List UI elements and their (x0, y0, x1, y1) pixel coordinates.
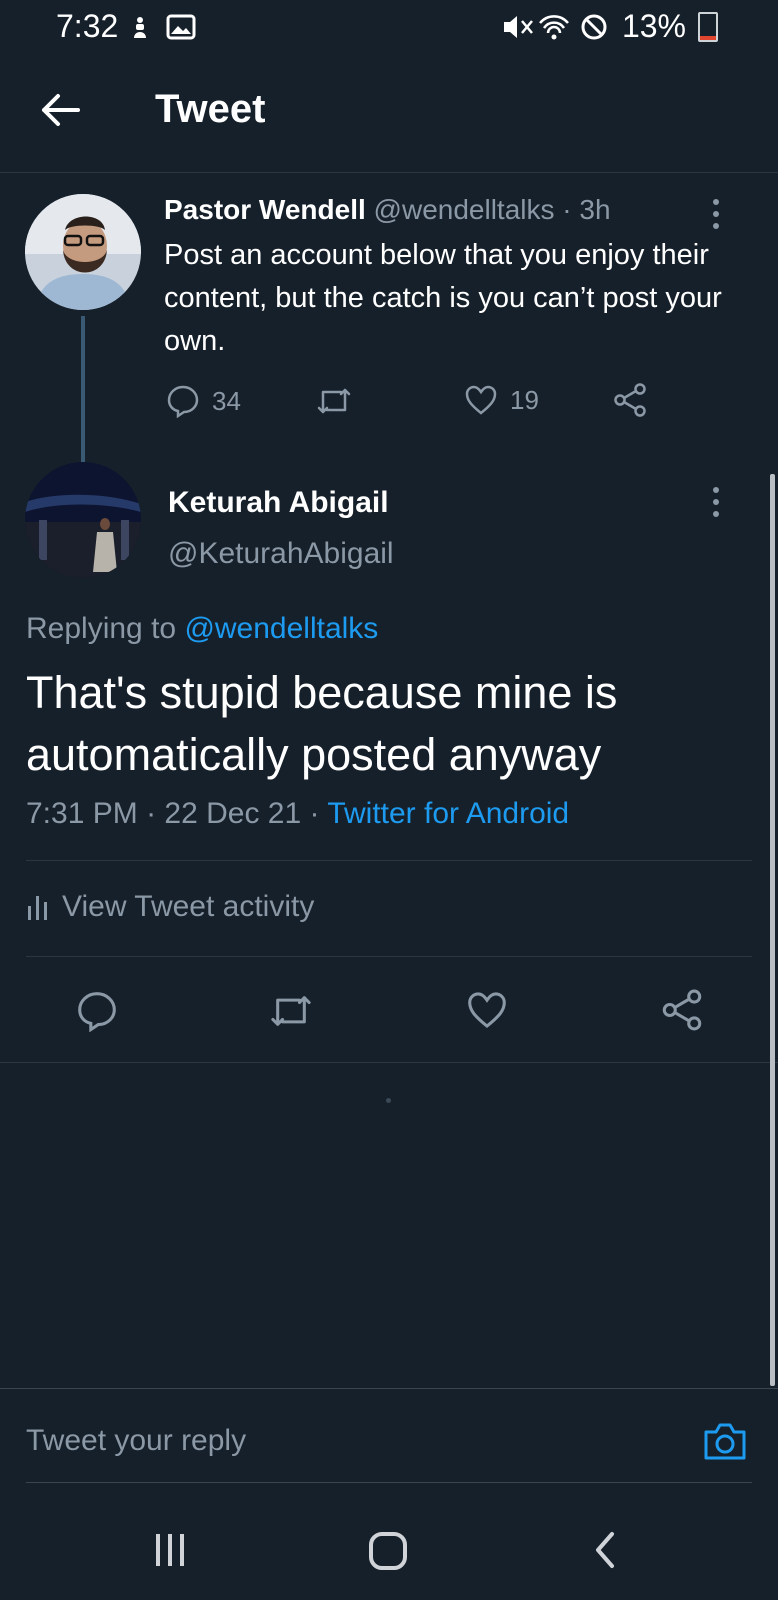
loading-dot (386, 1098, 391, 1103)
reply-input[interactable]: Tweet your reply (26, 1424, 246, 1458)
author-display-name[interactable]: Pastor Wendell (164, 194, 366, 225)
retweet-action[interactable] (315, 384, 353, 418)
view-tweet-activity-label[interactable]: View Tweet activity (62, 890, 314, 924)
status-bar: 7:32 13% (0, 0, 778, 60)
divider (0, 1062, 778, 1063)
retweet-icon (317, 388, 351, 414)
share-icon (614, 383, 646, 417)
reply-author-display-name[interactable]: Keturah Abigail (168, 486, 389, 520)
like-count: 19 (510, 384, 539, 415)
replying-prefix: Replying to (26, 612, 177, 645)
do-not-disturb-icon (581, 14, 607, 39)
thread-connector (81, 316, 85, 466)
original-tweet-text: Post an account below that you enjoy the… (164, 239, 722, 357)
reply-count: 34 (212, 385, 241, 416)
gallery-icon (166, 14, 196, 40)
view-tweet-activity[interactable]: View Tweet activity (26, 890, 314, 924)
activity-chart-icon (28, 896, 47, 920)
replying-to-link[interactable]: @wendelltalks (184, 612, 378, 645)
scrollbar[interactable] (770, 474, 775, 1386)
heart-icon (465, 385, 497, 415)
reply-tweet-reply-action[interactable] (76, 990, 118, 1032)
mute-wifi-dnd-icons (503, 14, 607, 39)
like-action[interactable]: 19 (464, 384, 539, 416)
home-icon[interactable] (367, 1530, 409, 1577)
meta-separator-2: · (309, 797, 320, 830)
recent-apps-icon[interactable] (150, 1530, 190, 1575)
separator: · (562, 194, 572, 225)
avatar-keturah-abigail[interactable] (25, 462, 141, 578)
retweet-icon (271, 996, 311, 1026)
back-arrow-icon[interactable] (38, 88, 82, 137)
reply-tweet-like-action[interactable] (466, 990, 508, 1030)
divider (26, 956, 752, 957)
share-action[interactable] (612, 382, 648, 418)
original-tweet-author[interactable]: Pastor Wendell @wendelltalks · 3h (164, 194, 611, 226)
camera-icon[interactable] (702, 1420, 748, 1467)
tweet-date: 22 Dec 21 (164, 797, 302, 830)
battery-percent: 13% (621, 8, 686, 44)
reply-action[interactable]: 34 (166, 384, 241, 418)
replying-to: Replying to @wendelltalks (26, 612, 378, 646)
system-back-icon[interactable] (590, 1530, 620, 1575)
battery-icon (698, 11, 718, 42)
reply-tweet-retweet-action[interactable] (268, 990, 314, 1032)
share-icon (662, 989, 702, 1031)
reply-icon (78, 992, 116, 1032)
divider (26, 1482, 752, 1483)
app-header (0, 60, 778, 173)
tweet-metadata: 7:31 PM · 22 Dec 21 · Twitter for Androi… (26, 797, 569, 831)
tweet-time: 7:31 PM (26, 797, 138, 830)
status-icons-right: 13% (502, 8, 718, 45)
divider (26, 860, 752, 861)
reply-more-options-icon[interactable] (706, 482, 726, 530)
divider (0, 1388, 778, 1389)
heart-icon (468, 992, 506, 1029)
reply-tweet-share-action[interactable] (660, 988, 704, 1032)
reply-tweet-text: That's stupid because mine is automatica… (26, 667, 618, 780)
status-icons-left (130, 12, 200, 49)
notification-icon (134, 17, 146, 38)
status-time: 7:32 (56, 8, 119, 44)
system-nav-bar (0, 1500, 778, 1600)
reply-author-handle[interactable]: @KeturahAbigail (168, 537, 394, 571)
mute-icon (503, 15, 533, 38)
avatar-pastor-wendell[interactable] (25, 194, 141, 310)
tweet-age: 3h (579, 194, 611, 225)
reply-icon (167, 385, 199, 418)
meta-separator-1: · (146, 797, 157, 830)
wifi-icon (538, 14, 569, 33)
author-handle[interactable]: @wendelltalks (374, 194, 555, 225)
tweet-source-link[interactable]: Twitter for Android (327, 797, 569, 830)
page-title: Tweet (155, 87, 266, 131)
